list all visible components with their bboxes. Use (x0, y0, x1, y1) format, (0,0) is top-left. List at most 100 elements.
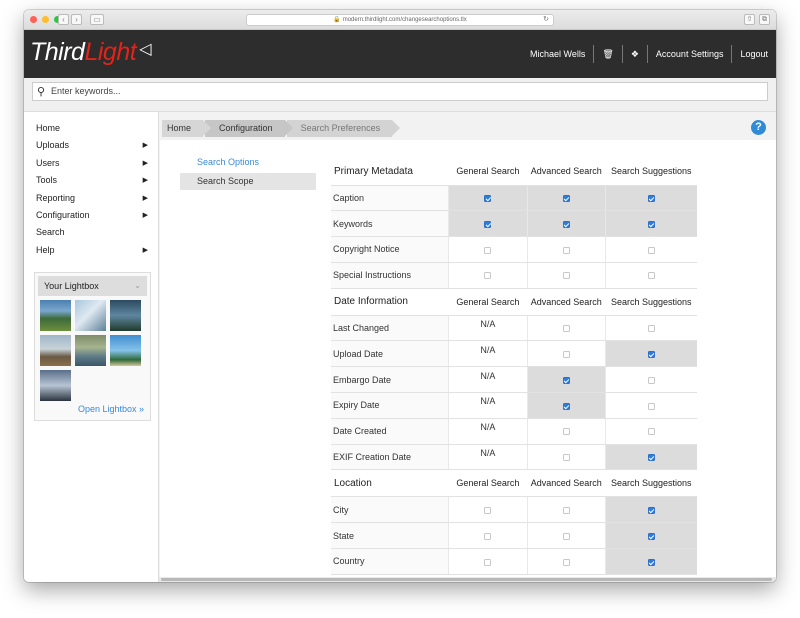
field-label: Keywords (331, 210, 449, 238)
checkbox-unchecked[interactable] (562, 325, 570, 333)
checkbox-checked[interactable] (562, 402, 570, 410)
lightbox-title: Your Lightbox (44, 281, 99, 291)
breadcrumb-item-configuration[interactable]: Configuration (205, 120, 293, 137)
checkbox-unchecked[interactable] (484, 246, 492, 254)
checkbox-unchecked[interactable] (562, 246, 570, 254)
chevron-down-icon[interactable]: ⌄ (134, 276, 141, 296)
thumbnail-palm[interactable] (110, 335, 141, 366)
checkbox-cell (448, 262, 528, 289)
checkbox-unchecked[interactable] (562, 558, 570, 566)
sidebar-item-search[interactable]: Search (24, 224, 158, 241)
third-light-logo[interactable]: ThirdLight ◁ (30, 38, 151, 67)
share-icon[interactable]: ⇧ (744, 14, 755, 25)
checkbox-checked[interactable] (647, 532, 655, 540)
dropbox-icon[interactable]: ❖ (623, 45, 648, 63)
sidebar-item-help[interactable]: Help ▶ (24, 242, 158, 259)
trash-icon[interactable]: 🗑 (594, 45, 623, 63)
checkbox-checked[interactable] (562, 220, 570, 228)
user-name-link[interactable]: Michael Wells (522, 45, 595, 63)
checkbox-unchecked[interactable] (647, 376, 655, 384)
na-text: N/A (480, 396, 496, 407)
sidebar-toggle-icon[interactable]: ▭ (90, 14, 104, 25)
checkbox-unchecked[interactable] (562, 351, 570, 358)
checkbox-unchecked[interactable] (562, 454, 570, 462)
help-icon[interactable]: ? (751, 120, 766, 135)
chevron-right-icon: ▶ (142, 194, 148, 202)
subnav-search-scope[interactable]: Search Scope (180, 173, 316, 190)
column-header: General Search (448, 469, 528, 498)
checkbox-checked[interactable] (647, 454, 655, 462)
reload-icon[interactable]: ↻ (543, 15, 549, 25)
forward-button[interactable]: › (71, 14, 82, 25)
column-header: Search Suggestions (605, 288, 697, 316)
checkbox-checked[interactable] (562, 376, 570, 384)
column-header: Advanced Search (527, 158, 606, 186)
table-row: Country (331, 548, 697, 575)
sidebar-item-reporting[interactable]: Reporting ▶ (24, 190, 158, 207)
checkbox-unchecked[interactable] (484, 532, 492, 540)
checkbox-unchecked[interactable] (647, 325, 655, 333)
lightbox-header[interactable]: Your Lightbox ⌄ (38, 276, 147, 296)
back-button[interactable]: ‹ (58, 14, 69, 25)
checkbox-unchecked[interactable] (562, 272, 570, 280)
subnav-search-options[interactable]: Search Options (180, 154, 316, 171)
thumbnail-lake[interactable] (75, 335, 106, 366)
checkbox-unchecked[interactable] (562, 506, 570, 514)
thumbnail-road[interactable] (40, 335, 71, 366)
checkbox-unchecked[interactable] (562, 428, 570, 436)
checkbox-unchecked[interactable] (647, 428, 655, 436)
checkbox-unchecked[interactable] (647, 402, 655, 410)
sidebar-item-users[interactable]: Users ▶ (24, 155, 158, 172)
minimize-window-button[interactable] (42, 16, 49, 23)
checkbox-checked[interactable] (562, 195, 570, 203)
horizontal-scrollbar[interactable] (159, 577, 776, 582)
search-box[interactable]: ⚲ (32, 82, 768, 101)
na-cell: N/A (448, 418, 528, 445)
thumbnail-pier[interactable] (110, 300, 141, 331)
logout-link[interactable]: Logout (732, 45, 776, 63)
na-cell: N/A (448, 366, 528, 394)
thumbnail-mountains[interactable] (40, 300, 71, 331)
checkbox-checked[interactable] (647, 506, 655, 514)
checkbox-cell (604, 315, 697, 342)
search-input[interactable] (51, 86, 551, 96)
thumbnail-seagull[interactable] (75, 300, 106, 331)
sidebar-item-home[interactable]: Home (24, 120, 158, 137)
checkbox-unchecked[interactable] (647, 272, 655, 280)
checkbox-cell (526, 548, 606, 575)
checkbox-unchecked[interactable] (484, 506, 492, 514)
field-label: Expiry Date (331, 392, 449, 419)
tabs-icon[interactable]: ⧉ (759, 14, 770, 25)
thumbnail-sky[interactable] (40, 370, 71, 401)
na-text: N/A (480, 448, 496, 459)
checkbox-checked[interactable] (484, 220, 492, 228)
sidebar-item-label: Help (36, 244, 55, 255)
checkbox-checked[interactable] (647, 220, 655, 228)
window-controls (30, 16, 61, 23)
sidebar-item-uploads[interactable]: Uploads ▶ (24, 137, 158, 154)
header-nav: Michael Wells 🗑 ❖ Account Settings Logou… (522, 45, 776, 63)
checkbox-cell (604, 210, 697, 238)
checkbox-unchecked[interactable] (484, 272, 492, 280)
checkbox-checked[interactable] (647, 558, 655, 566)
breadcrumb-item-search-preferences[interactable]: Search Preferences (286, 120, 400, 137)
open-lightbox-link[interactable]: Open Lightbox » (78, 404, 144, 414)
sidebar-item-configuration[interactable]: Configuration ▶ (24, 207, 158, 224)
settings-panel: Search Options Search Scope Primary Meta… (160, 140, 776, 582)
checkbox-unchecked[interactable] (562, 532, 570, 540)
sidebar-item-tools[interactable]: Tools ▶ (24, 172, 158, 189)
browser-actions: ⇧ ⧉ (744, 14, 770, 25)
close-window-button[interactable] (30, 16, 37, 23)
address-bar[interactable]: 🔒 modern.thirdlight.com/changesearchoptio… (246, 14, 554, 26)
scrollbar-thumb[interactable] (161, 578, 772, 581)
main-menu: Home Uploads ▶ Users ▶ Tools ▶ Reporting ▶ Config… (24, 112, 158, 259)
checkbox-checked[interactable] (647, 195, 655, 203)
checkbox-unchecked[interactable] (484, 558, 492, 566)
section-title: Primary Metadata (331, 158, 449, 186)
checkbox-checked[interactable] (484, 195, 492, 203)
account-settings-link[interactable]: Account Settings (648, 45, 733, 63)
chevron-right-icon: ▶ (142, 142, 148, 150)
checkbox-checked[interactable] (647, 351, 655, 358)
breadcrumb-item-home[interactable]: Home (162, 120, 212, 137)
checkbox-unchecked[interactable] (647, 246, 655, 254)
